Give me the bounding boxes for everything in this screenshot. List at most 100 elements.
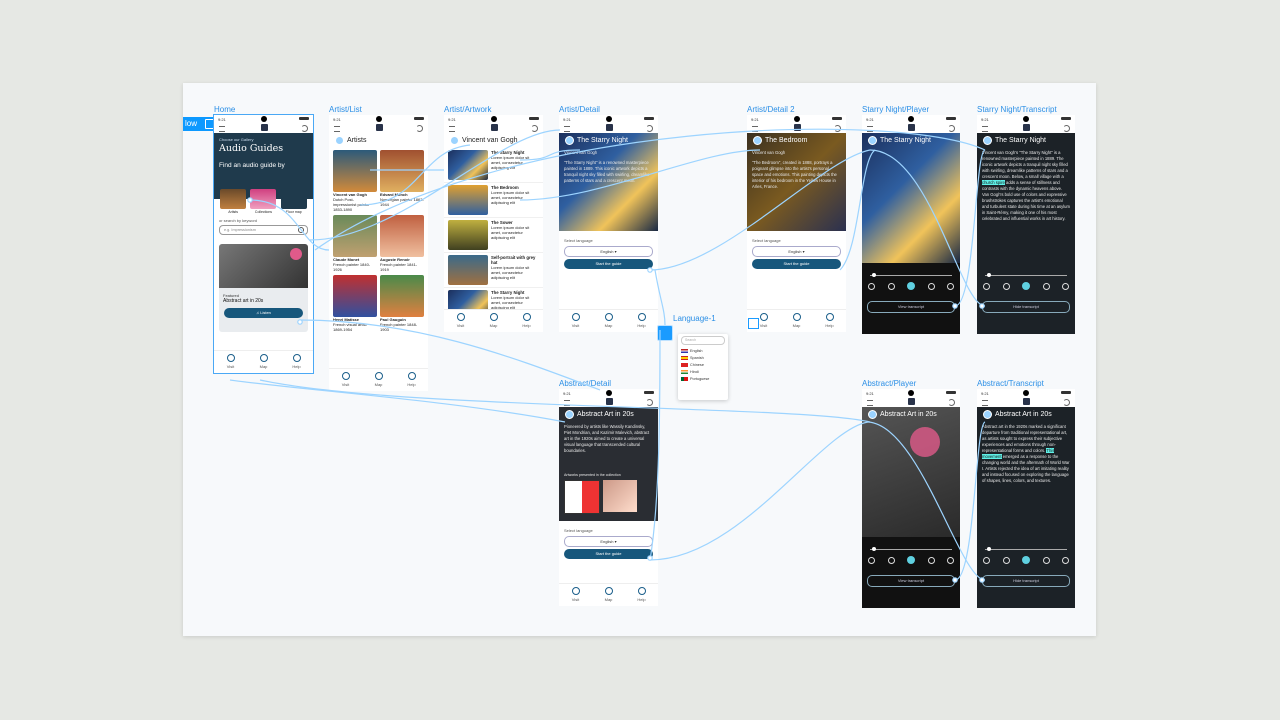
- dark-mode-icon[interactable]: [646, 399, 653, 406]
- rewind-icon[interactable]: [887, 556, 895, 564]
- progress-knob[interactable]: [987, 547, 991, 551]
- nav-visit[interactable]: Visit: [561, 584, 591, 606]
- frame-home[interactable]: 9:21 Choose our Gallery Audio Guides Fin…: [213, 114, 314, 374]
- forward-icon[interactable]: [927, 556, 935, 564]
- artist-card[interactable]: Paul Gauguin French painter 1848-1903: [380, 275, 424, 332]
- dark-mode-icon[interactable]: [646, 125, 653, 132]
- frame-label-abstract-transcript[interactable]: Abstract/Transcript: [977, 379, 1044, 388]
- view-transcript-button[interactable]: View transcript: [867, 301, 955, 313]
- artwork-row[interactable]: The Sower Lorem ipsum dolor sit amet, con…: [444, 218, 543, 253]
- back-icon[interactable]: [753, 136, 762, 145]
- frame-artist-detail[interactable]: 9:21 The Starry Night Vincent van Gogh "…: [559, 115, 658, 332]
- featured-card[interactable]: Featured Abstract art in 20s ♫ Listen: [219, 244, 308, 332]
- frame-label-home[interactable]: Home: [214, 105, 235, 114]
- search-icon[interactable]: [298, 227, 304, 233]
- frame-artist-artwork[interactable]: 9:21 Vincent van Gogh The Starry Night Lo…: [444, 115, 543, 332]
- nav-visit[interactable]: Visit: [331, 369, 361, 391]
- rewind-icon[interactable]: [887, 282, 895, 290]
- dark-mode-icon[interactable]: [1063, 125, 1070, 132]
- nav-map[interactable]: Map: [594, 584, 624, 606]
- artist-card[interactable]: Auguste Renoir French painter 1841-1919: [380, 215, 424, 272]
- language-select[interactable]: English ▾: [752, 246, 841, 257]
- artist-card[interactable]: Claude Monet French painter 1840-1926: [333, 215, 377, 272]
- frame-artist-list[interactable]: 9:21 Artists Vincent van Gogh Dutch Post-…: [329, 115, 428, 391]
- nav-help[interactable]: Help: [815, 310, 845, 332]
- language-option[interactable]: Spanish: [678, 354, 728, 361]
- frame-label-starry-player[interactable]: Starry Night/Player: [862, 105, 929, 114]
- frame-label-abstract-detail[interactable]: Abstract/Detail: [559, 379, 611, 388]
- pause-button[interactable]: [907, 556, 915, 564]
- language-select[interactable]: English ▾: [564, 246, 653, 257]
- frame-label-artist-artwork[interactable]: Artist/Artwork: [444, 105, 492, 114]
- back-icon[interactable]: [983, 410, 992, 419]
- frame-label-artist-list[interactable]: Artist/List: [329, 105, 362, 114]
- dark-mode-icon[interactable]: [948, 399, 955, 406]
- back-icon[interactable]: [868, 410, 877, 419]
- category-collections[interactable]: Collections: [250, 189, 277, 214]
- nav-help[interactable]: Help: [397, 369, 427, 391]
- artist-card[interactable]: Vincent van Gogh Dutch Post-impressionist…: [333, 150, 377, 212]
- dark-mode-icon[interactable]: [531, 125, 538, 132]
- menu-icon[interactable]: [219, 126, 225, 132]
- frame-label-language[interactable]: Language-1: [673, 314, 716, 323]
- category-artists[interactable]: Artists: [220, 189, 247, 214]
- dark-mode-icon[interactable]: [834, 125, 841, 132]
- back-icon[interactable]: [983, 136, 992, 145]
- hide-transcript-button[interactable]: Hide transcript: [982, 301, 1070, 313]
- progress-slider[interactable]: [870, 547, 952, 551]
- frame-abstract-player[interactable]: 9:21 Abstract Art in 20s View transcript: [862, 389, 960, 608]
- gallery-image[interactable]: [603, 480, 637, 512]
- skip-forward-icon[interactable]: [1062, 282, 1069, 290]
- artwork-row[interactable]: The Bedroom Lorem ipsum dolor sit amet, c…: [444, 183, 543, 218]
- close-overlay-icon[interactable]: [748, 318, 759, 329]
- nav-map[interactable]: Map: [594, 310, 624, 332]
- menu-icon[interactable]: [752, 126, 758, 132]
- forward-icon[interactable]: [1042, 556, 1050, 564]
- frame-label-abstract-player[interactable]: Abstract/Player: [862, 379, 916, 388]
- progress-knob[interactable]: [872, 547, 876, 551]
- language-option[interactable]: Chinese: [678, 361, 728, 368]
- skip-forward-icon[interactable]: [947, 282, 954, 290]
- artwork-row[interactable]: Self-portrait with grey hat Lorem ipsum d…: [444, 253, 543, 288]
- menu-icon[interactable]: [867, 400, 873, 406]
- language-option[interactable]: Portuguese: [678, 376, 728, 383]
- frame-starry-transcript[interactable]: 9:21 The Starry Night Vincent van Gogh's…: [977, 115, 1075, 334]
- language-dropdown[interactable]: Search English Spanish Chinese Hindi Por…: [678, 334, 728, 400]
- flow-start-tab[interactable]: low: [183, 117, 217, 131]
- back-icon[interactable]: [868, 136, 877, 145]
- frame-abstract-detail[interactable]: 9:21 Abstract Art in 20s Pioneered by ar…: [559, 389, 658, 606]
- view-transcript-button[interactable]: View transcript: [867, 575, 955, 587]
- frame-starry-player[interactable]: 9:21 The Starry Night View transcript: [862, 115, 960, 334]
- progress-slider[interactable]: [985, 547, 1067, 551]
- nav-help[interactable]: Help: [282, 351, 312, 373]
- menu-icon[interactable]: [982, 126, 988, 132]
- gallery-image[interactable]: [564, 480, 600, 514]
- category-floor-map[interactable]: Floor map: [280, 189, 307, 214]
- back-icon[interactable]: [565, 410, 574, 419]
- rewind-icon[interactable]: [1002, 556, 1010, 564]
- language-search-input[interactable]: Search: [681, 336, 725, 345]
- rewind-icon[interactable]: [1002, 282, 1010, 290]
- skip-back-icon[interactable]: [868, 282, 875, 290]
- skip-forward-icon[interactable]: [1062, 556, 1069, 564]
- menu-icon[interactable]: [564, 126, 570, 132]
- back-icon[interactable]: [335, 136, 344, 145]
- frame-label-starry-transcript[interactable]: Starry Night/Transcript: [977, 105, 1057, 114]
- nav-help[interactable]: Help: [627, 584, 657, 606]
- language-option[interactable]: Hindi: [678, 369, 728, 376]
- dark-mode-icon[interactable]: [301, 125, 308, 132]
- menu-icon[interactable]: [564, 400, 570, 406]
- nav-map[interactable]: Map: [479, 310, 509, 332]
- menu-icon[interactable]: [867, 126, 873, 132]
- progress-knob[interactable]: [872, 273, 876, 277]
- start-guide-button[interactable]: Start the guide: [564, 549, 653, 559]
- progress-slider[interactable]: [985, 273, 1067, 277]
- nav-help[interactable]: Help: [627, 310, 657, 332]
- listen-button[interactable]: ♫ Listen: [224, 308, 303, 318]
- start-guide-button[interactable]: Start the guide: [752, 259, 841, 269]
- nav-help[interactable]: Help: [512, 310, 542, 332]
- back-icon[interactable]: [565, 136, 574, 145]
- hide-transcript-button[interactable]: Hide transcript: [982, 575, 1070, 587]
- back-icon[interactable]: [450, 136, 459, 145]
- forward-icon[interactable]: [927, 282, 935, 290]
